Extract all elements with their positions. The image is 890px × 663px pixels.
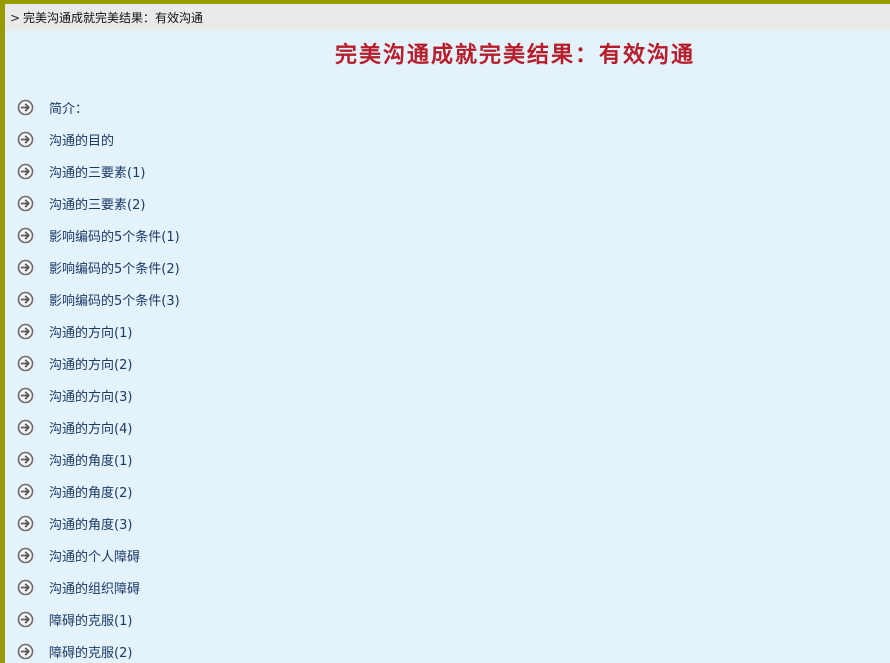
toc-item-label[interactable]: 沟通的个人障碍 <box>49 546 140 565</box>
circle-arrow-right-icon <box>17 323 34 339</box>
toc-item[interactable]: 沟通的角度(3) <box>17 507 180 539</box>
toc-item[interactable]: 沟通的方向(2) <box>17 347 180 379</box>
toc-item-label[interactable]: 沟通的角度(2) <box>49 482 132 501</box>
toc-item[interactable]: 简介： <box>17 91 180 123</box>
toc-item-label[interactable]: 沟通的目的 <box>49 130 114 149</box>
toc-item-label[interactable]: 沟通的角度(3) <box>49 514 132 533</box>
circle-arrow-right-icon <box>17 99 34 115</box>
toc-item[interactable]: 沟通的角度(2) <box>17 475 180 507</box>
toc-item[interactable]: 影响编码的5个条件(1) <box>17 219 180 251</box>
toc-item[interactable]: 沟通的角度(1) <box>17 443 180 475</box>
toc-item-label[interactable]: 沟通的角度(1) <box>49 450 132 469</box>
page-frame: > 完美沟通成就完美结果：有效沟通 完美沟通成就完美结果：有效沟通 简介： 沟通的… <box>5 4 890 663</box>
circle-arrow-right-icon <box>17 547 34 563</box>
toc-item[interactable]: 沟通的组织障碍 <box>17 571 180 603</box>
circle-arrow-right-icon <box>17 611 34 627</box>
toc-item[interactable]: 沟通的目的 <box>17 123 180 155</box>
circle-arrow-right-icon <box>17 227 34 243</box>
toc-item[interactable]: 障碍的克服(1) <box>17 603 180 635</box>
toc-item[interactable]: 沟通的三要素(2) <box>17 187 180 219</box>
toc-item[interactable]: 沟通的三要素(1) <box>17 155 180 187</box>
circle-arrow-right-icon <box>17 515 34 531</box>
table-of-contents: 简介： 沟通的目的沟通的三要素(1) 沟通的三要素(2) 影响编码的5个条件(1) 影响… <box>17 91 180 663</box>
toc-item-label[interactable]: 沟通的方向(2) <box>49 354 132 373</box>
circle-arrow-right-icon <box>17 259 34 275</box>
circle-arrow-right-icon <box>17 579 34 595</box>
toc-item-label[interactable]: 影响编码的5个条件(3) <box>49 290 180 309</box>
toc-item-label[interactable]: 沟通的方向(4) <box>49 418 132 437</box>
toc-item-label[interactable]: 沟通的方向(1) <box>49 322 132 341</box>
circle-arrow-right-icon <box>17 643 34 659</box>
toc-item-label[interactable]: 障碍的克服(1) <box>49 610 132 629</box>
toc-item[interactable]: 沟通的个人障碍 <box>17 539 180 571</box>
circle-arrow-right-icon <box>17 483 34 499</box>
toc-item[interactable]: 障碍的克服(2) <box>17 635 180 663</box>
breadcrumb-text[interactable]: 完美沟通成就完美结果：有效沟通 <box>23 9 203 26</box>
toc-item[interactable]: 沟通的方向(4) <box>17 411 180 443</box>
circle-arrow-right-icon <box>17 163 34 179</box>
toc-item-label[interactable]: 简介： <box>49 98 88 117</box>
toc-item-label[interactable]: 沟通的三要素(2) <box>49 194 145 213</box>
circle-arrow-right-icon <box>17 387 34 403</box>
toc-item-label[interactable]: 障碍的克服(2) <box>49 642 132 661</box>
toc-item-label[interactable]: 沟通的方向(3) <box>49 386 132 405</box>
toc-item-label[interactable]: 沟通的三要素(1) <box>49 162 145 181</box>
circle-arrow-right-icon <box>17 451 34 467</box>
circle-arrow-right-icon <box>17 131 34 147</box>
circle-arrow-right-icon <box>17 355 34 371</box>
page-title: 完美沟通成就完美结果：有效沟通 <box>334 42 695 68</box>
breadcrumb: > 完美沟通成就完美结果：有效沟通 <box>5 4 890 31</box>
toc-item-label[interactable]: 沟通的组织障碍 <box>49 578 140 597</box>
chevron-right-icon: > <box>10 10 21 25</box>
toc-item[interactable]: 沟通的方向(1) <box>17 315 180 347</box>
circle-arrow-right-icon <box>17 291 34 307</box>
circle-arrow-right-icon <box>17 419 34 435</box>
toc-item-label[interactable]: 影响编码的5个条件(2) <box>49 258 180 277</box>
circle-arrow-right-icon <box>17 195 34 211</box>
toc-item[interactable]: 影响编码的5个条件(3) <box>17 283 180 315</box>
toc-item-label[interactable]: 影响编码的5个条件(1) <box>49 226 180 245</box>
toc-item[interactable]: 影响编码的5个条件(2) <box>17 251 180 283</box>
toc-item[interactable]: 沟通的方向(3) <box>17 379 180 411</box>
